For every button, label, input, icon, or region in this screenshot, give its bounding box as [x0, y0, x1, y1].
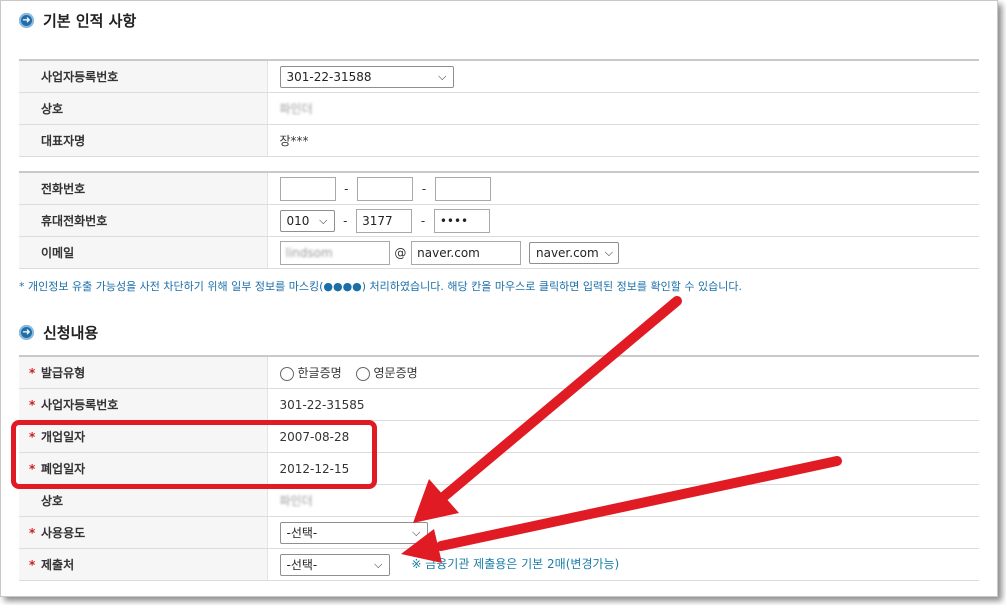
annotation-arrow-1 [436, 296, 682, 504]
annotation-arrowhead-2 [401, 529, 442, 563]
annotation-arrow-2 [436, 456, 842, 551]
annotation-arrows [401, 296, 842, 563]
page-frame: ➜ 기본 인적 사항 사업자등록번호 301-22-31588 ⌵ 상호 파인더… [0, 0, 998, 597]
